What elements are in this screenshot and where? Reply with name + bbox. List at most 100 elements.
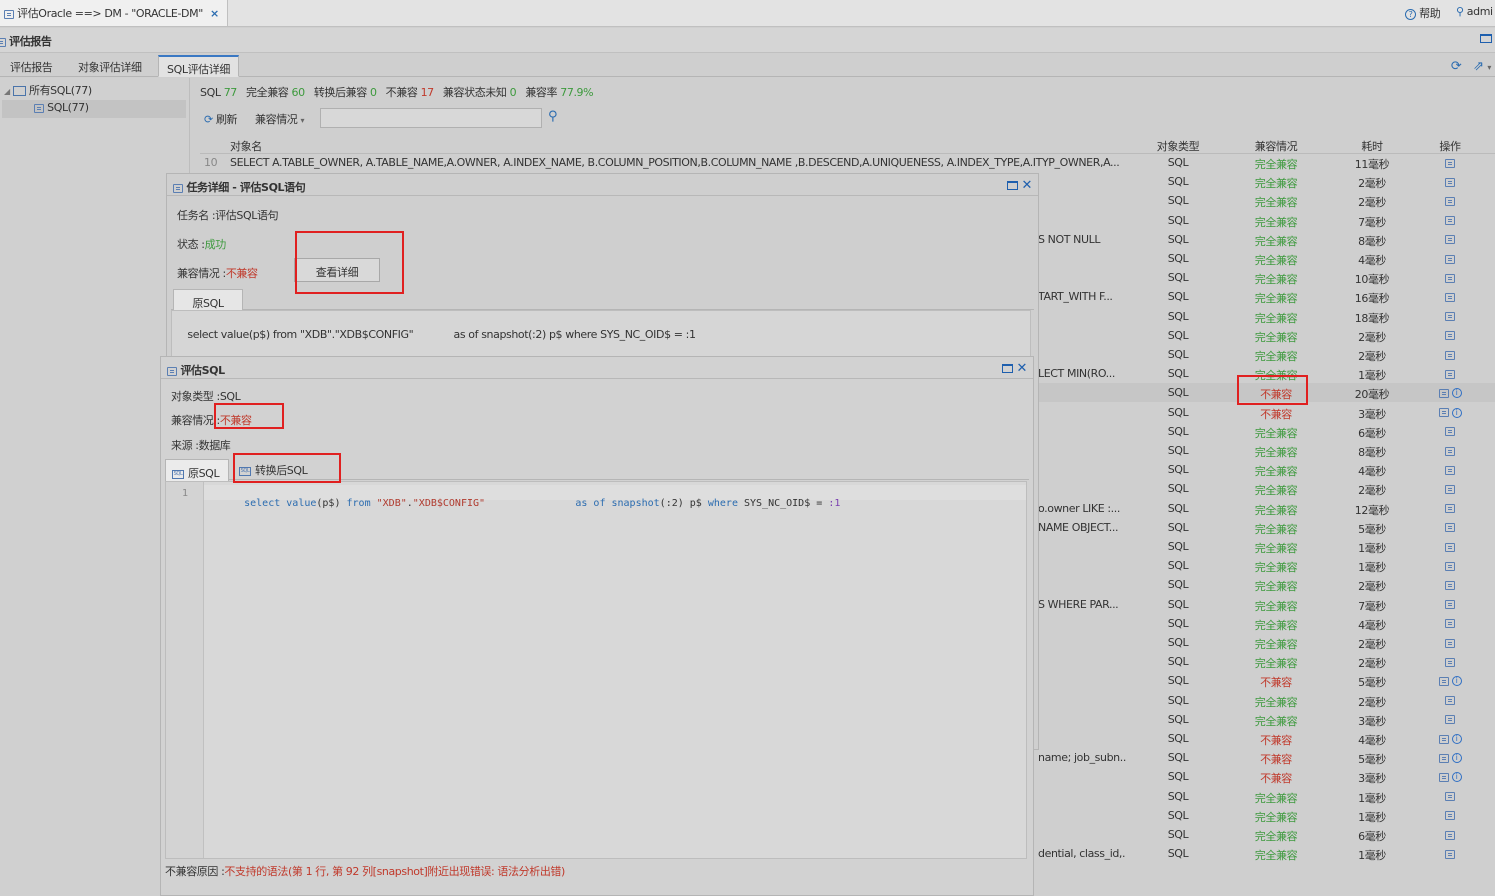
info-icon[interactable]: i bbox=[1451, 676, 1462, 687]
compat-value: 不兼容 bbox=[225, 267, 258, 280]
detail-icon[interactable] bbox=[1445, 542, 1455, 552]
tab-report[interactable]: 评估报告 bbox=[4, 59, 58, 75]
row-actions: i bbox=[1420, 770, 1480, 783]
expand-icon[interactable]: ◢ bbox=[4, 87, 10, 96]
info-icon[interactable]: i bbox=[1451, 407, 1462, 418]
detail-icon[interactable] bbox=[1445, 696, 1455, 706]
code-editor[interactable]: 1 select value(p$) from "XDB"."XDB$CONFI… bbox=[165, 481, 1027, 859]
window-buttons: ✕ bbox=[1001, 361, 1028, 376]
info-icon[interactable]: i bbox=[1451, 772, 1462, 783]
detail-icon[interactable] bbox=[1445, 504, 1455, 514]
row-time: 6毫秒 bbox=[1358, 426, 1386, 440]
detail-icon[interactable] bbox=[1445, 619, 1455, 629]
detail-icon[interactable] bbox=[1445, 446, 1455, 456]
detail-icon[interactable] bbox=[1445, 312, 1455, 322]
table-row[interactable]: SQL 完全兼容 11毫秒 bbox=[200, 153, 1495, 172]
tab-sql-detail[interactable]: SQL评估详细 bbox=[158, 55, 239, 77]
detail-icon[interactable] bbox=[1445, 273, 1455, 283]
detail-icon[interactable] bbox=[1438, 388, 1449, 398]
row-time: 20毫秒 bbox=[1354, 388, 1390, 402]
detail-icon[interactable] bbox=[1445, 657, 1455, 667]
maximize-icon[interactable] bbox=[1001, 364, 1013, 373]
info-icon[interactable]: i bbox=[1451, 734, 1462, 744]
export-icon[interactable]: ⇗ bbox=[1473, 59, 1484, 74]
highlight-box bbox=[233, 453, 341, 483]
tab-object-detail[interactable]: 对象评估详细 bbox=[72, 59, 148, 75]
maximize-icon[interactable] bbox=[1006, 181, 1018, 190]
close-icon[interactable]: × bbox=[210, 7, 219, 20]
code-function: snapshot bbox=[611, 498, 660, 509]
detail-icon[interactable] bbox=[1445, 484, 1455, 494]
detail-icon[interactable] bbox=[1445, 427, 1455, 437]
detail-icon[interactable] bbox=[1445, 523, 1455, 533]
detail-icon[interactable] bbox=[1438, 772, 1449, 782]
row-type: SQL bbox=[1167, 540, 1189, 553]
detail-icon[interactable] bbox=[1445, 216, 1455, 226]
search-icon[interactable]: ⚲ bbox=[548, 109, 558, 124]
refresh-button[interactable]: ⟳ 刷新 bbox=[204, 111, 238, 127]
tab-actions: ⟳ ⇗ ▾ bbox=[1451, 59, 1491, 74]
stat-value: 77.9% bbox=[560, 86, 594, 99]
close-icon[interactable]: ✕ bbox=[1017, 361, 1028, 376]
row-actions bbox=[1420, 559, 1480, 572]
detail-icon[interactable] bbox=[1445, 254, 1455, 264]
row-time: 4毫秒 bbox=[1358, 465, 1386, 479]
detail-icon[interactable] bbox=[1445, 830, 1455, 840]
tab-original-sql[interactable]: 原SQL bbox=[173, 289, 243, 311]
help-link[interactable]: ? 帮助 bbox=[1405, 5, 1441, 21]
eval-window-header: 评估SQL ✕ bbox=[161, 357, 1033, 379]
panel-header: 评估报告 bbox=[0, 28, 1495, 53]
detail-icon[interactable] bbox=[1445, 792, 1455, 802]
row-type: SQL bbox=[1167, 482, 1189, 496]
detail-icon[interactable] bbox=[1445, 849, 1455, 859]
info-icon[interactable]: i bbox=[1451, 753, 1462, 764]
type-label: 对象类型 : bbox=[171, 390, 220, 403]
detail-icon[interactable] bbox=[1445, 158, 1455, 168]
tree-root[interactable]: ◢ 所有SQL(77) bbox=[4, 82, 92, 98]
detail-icon[interactable] bbox=[1445, 292, 1455, 302]
detail-icon[interactable] bbox=[1438, 753, 1449, 763]
row-compat: 完全兼容 bbox=[1254, 580, 1298, 594]
detail-icon[interactable] bbox=[1445, 600, 1455, 610]
detail-icon[interactable] bbox=[1445, 561, 1455, 571]
detail-icon[interactable] bbox=[1445, 177, 1455, 187]
row-actions bbox=[1420, 463, 1480, 476]
refresh-icon[interactable]: ⟳ bbox=[1451, 59, 1462, 74]
search-input[interactable] bbox=[320, 108, 542, 128]
close-icon[interactable]: ✕ bbox=[1022, 178, 1033, 193]
detail-icon[interactable] bbox=[1445, 369, 1455, 379]
editor-tab[interactable]: 评估Oracle ==> DM - "ORACLE-DM" × bbox=[0, 0, 228, 26]
row-compat: 完全兼容 bbox=[1254, 714, 1298, 728]
detail-icon[interactable] bbox=[1445, 350, 1455, 360]
detail-icon[interactable] bbox=[1438, 676, 1449, 686]
detail-icon[interactable] bbox=[1445, 235, 1455, 245]
row-actions bbox=[1420, 290, 1480, 303]
detail-icon[interactable] bbox=[1438, 734, 1449, 744]
detail-icon[interactable] bbox=[1445, 715, 1455, 725]
detail-icon[interactable] bbox=[1445, 811, 1455, 821]
detail-icon[interactable] bbox=[1445, 331, 1455, 341]
detail-icon[interactable] bbox=[1445, 465, 1455, 475]
info-icon[interactable]: i bbox=[1451, 388, 1462, 399]
row-actions: i bbox=[1420, 406, 1480, 419]
detail-icon[interactable] bbox=[1438, 408, 1449, 418]
user-menu[interactable]: ⚲ admi bbox=[1456, 5, 1493, 18]
tab-original-sql[interactable]: SQL 原SQL bbox=[165, 459, 229, 481]
detail-icon[interactable] bbox=[1445, 580, 1455, 590]
row-time: 7毫秒 bbox=[1358, 215, 1386, 229]
row-actions bbox=[1420, 214, 1480, 227]
chevron-down-icon[interactable]: ▾ bbox=[1487, 63, 1491, 72]
row-type: SQL bbox=[1167, 520, 1189, 534]
row-type: SQL bbox=[1167, 328, 1189, 342]
highlight-box bbox=[295, 231, 404, 294]
code-keyword: from bbox=[346, 498, 371, 509]
compat-filter[interactable]: 兼容情况 ▾ bbox=[255, 111, 305, 127]
row-actions bbox=[1420, 271, 1480, 284]
row-compat: 完全兼容 bbox=[1254, 330, 1298, 344]
tree-child[interactable]: SQL(77) bbox=[2, 100, 186, 118]
row-actions bbox=[1420, 367, 1480, 380]
detail-icon[interactable] bbox=[1445, 638, 1455, 648]
code-line: select value(p$) from "XDB"."XDB$CONFIG"… bbox=[204, 485, 1026, 509]
maximize-icon[interactable] bbox=[1480, 34, 1492, 43]
detail-icon[interactable] bbox=[1445, 196, 1455, 206]
